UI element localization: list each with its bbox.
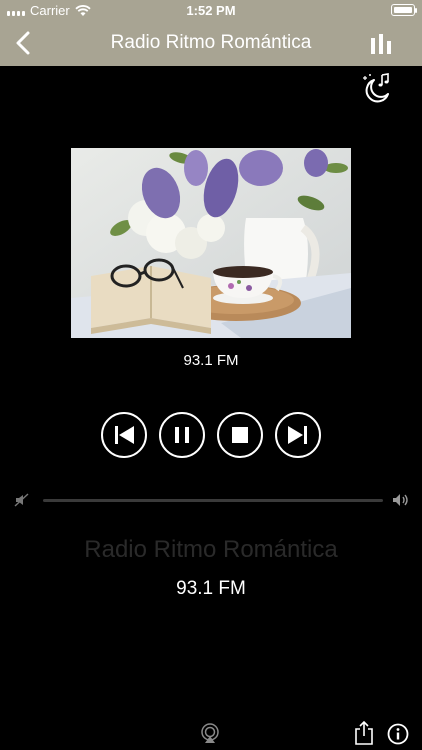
volume-control [14,490,410,510]
volume-slider[interactable] [43,499,383,502]
volume-high-icon [393,494,408,506]
frequency-label: 93.1 FM [183,352,239,369]
playback-controls [101,412,321,458]
status-bar: Carrier 1:52 PM [0,0,422,20]
nav-bar: Radio Ritmo Romántica [0,20,422,66]
share-icon[interactable] [354,720,374,746]
station-artwork [71,148,351,338]
nav-title: Radio Ritmo Romántica [110,32,312,53]
pause-button[interactable] [159,412,205,458]
pause-icon [175,427,189,443]
volume-mute-icon [14,493,29,507]
battery-icon [391,4,417,16]
previous-icon [115,426,134,444]
back-icon[interactable] [10,28,38,58]
info-icon[interactable] [387,723,409,745]
sleep-timer-icon[interactable] [360,72,392,104]
previous-button[interactable] [101,412,147,458]
equalizer-icon[interactable] [370,34,392,54]
stop-button[interactable] [217,412,263,458]
next-icon [288,426,307,444]
next-button[interactable] [275,412,321,458]
station-frequency: 93.1 FM [176,578,246,599]
station-name: Radio Ritmo Romántica [84,536,338,563]
stop-icon [232,427,248,443]
status-time: 1:52 PM [186,3,236,18]
airplay-icon[interactable] [199,722,221,744]
